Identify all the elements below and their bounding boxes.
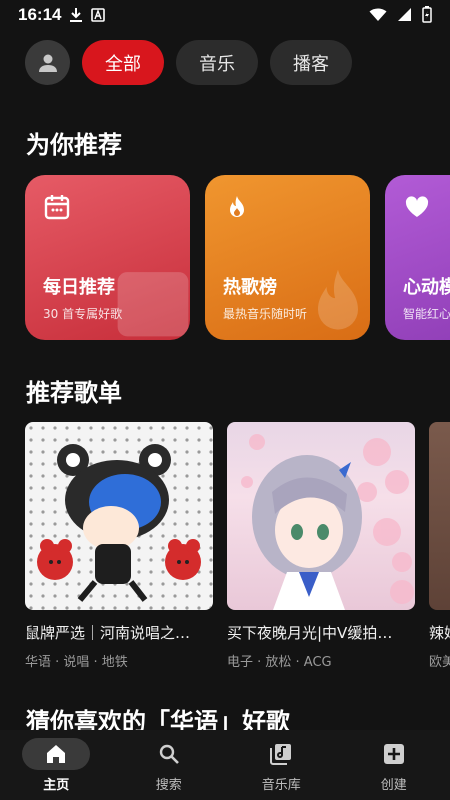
calendar-watermark-icon	[117, 272, 189, 337]
rec-card-subtitle: 30 首专属好歌	[43, 307, 123, 321]
status-time: 16:14	[18, 5, 62, 24]
tab-search[interactable]: 搜索	[113, 730, 226, 800]
section-title-playlists: 推荐歌单	[26, 379, 122, 407]
tab-home[interactable]: 主页	[0, 730, 113, 800]
wifi-icon	[369, 8, 387, 21]
rec-card-daily[interactable]: 每日推荐 30 首专属好歌	[25, 175, 190, 340]
cartoon-cover-art	[25, 422, 213, 610]
rec-card-subtitle: 最热音乐随时听	[223, 307, 308, 321]
playlist-name: 买下夜晚月光|中V缓拍…	[227, 624, 393, 642]
tab-label: 主页	[43, 778, 70, 793]
playlist-name: 辣妹	[429, 624, 450, 642]
tab-label: 音乐库	[261, 778, 301, 793]
bottom-tab-bar: 主页 搜索 音乐库 创建	[0, 730, 450, 800]
calendar-icon	[44, 195, 70, 220]
download-icon	[70, 8, 83, 22]
rec-card-heart[interactable]: 心动模式 智能红心	[385, 175, 450, 340]
playlist-item[interactable]: 鼠牌严选｜河南说唱之… 华语 · 说唱 · 地铁	[25, 422, 213, 670]
add-box-icon	[383, 744, 404, 764]
rec-card-title: 热歌榜	[223, 277, 277, 298]
recommend-cards: 每日推荐 30 首专属好歌 热歌榜 最热音乐随时听 心动模式 智能红心	[25, 175, 450, 340]
tab-label: 创建	[380, 778, 407, 793]
rec-card-subtitle: 智能红心	[403, 307, 450, 321]
home-icon	[47, 745, 66, 763]
rec-card-hot[interactable]: 热歌榜 最热音乐随时听	[205, 175, 370, 340]
filter-chips: 全部 音乐 播客	[25, 40, 352, 85]
chip-music[interactable]: 音乐	[176, 40, 258, 85]
tab-library[interactable]: 音乐库	[225, 730, 338, 800]
search-icon	[159, 744, 179, 764]
playlist-tags: 欧美	[429, 655, 450, 670]
playlist-tags: 电子 · 放松 · ACG	[227, 655, 332, 670]
person-icon	[38, 54, 57, 72]
translate-icon	[91, 8, 106, 22]
chip-podcast[interactable]: 播客	[270, 40, 352, 85]
playlist-tags: 华语 · 说唱 · 地铁	[25, 655, 128, 670]
rec-card-title: 每日推荐	[43, 277, 115, 298]
library-icon	[270, 744, 292, 765]
signal-icon	[398, 8, 411, 21]
flame-icon	[230, 196, 244, 217]
rec-card-title: 心动模式	[403, 277, 450, 298]
avatar[interactable]	[25, 40, 70, 85]
playlist-name: 鼠牌严选｜河南说唱之…	[25, 624, 191, 642]
heart-icon	[405, 196, 429, 217]
flame-watermark-icon	[318, 269, 358, 330]
playlist-item[interactable]: 辣妹 欧美	[429, 422, 450, 670]
playlist-cover[interactable]	[227, 422, 415, 610]
status-bar: 16:14	[0, 0, 450, 30]
battery-icon	[422, 6, 432, 23]
playlist-row: 鼠牌严选｜河南说唱之… 华语 · 说唱 · 地铁 买下夜晚月光|中V缓拍… 电子…	[25, 422, 450, 677]
playlist-cover[interactable]	[25, 422, 213, 610]
anime-cover-art	[241, 434, 414, 610]
tab-label: 搜索	[155, 778, 182, 793]
chip-all[interactable]: 全部	[82, 40, 164, 85]
playlist-cover[interactable]	[429, 422, 450, 610]
section-title-recommend: 为你推荐	[26, 131, 122, 159]
playlist-item[interactable]: 买下夜晚月光|中V缓拍… 电子 · 放松 · ACG	[227, 422, 415, 670]
tab-create[interactable]: 创建	[338, 730, 450, 800]
